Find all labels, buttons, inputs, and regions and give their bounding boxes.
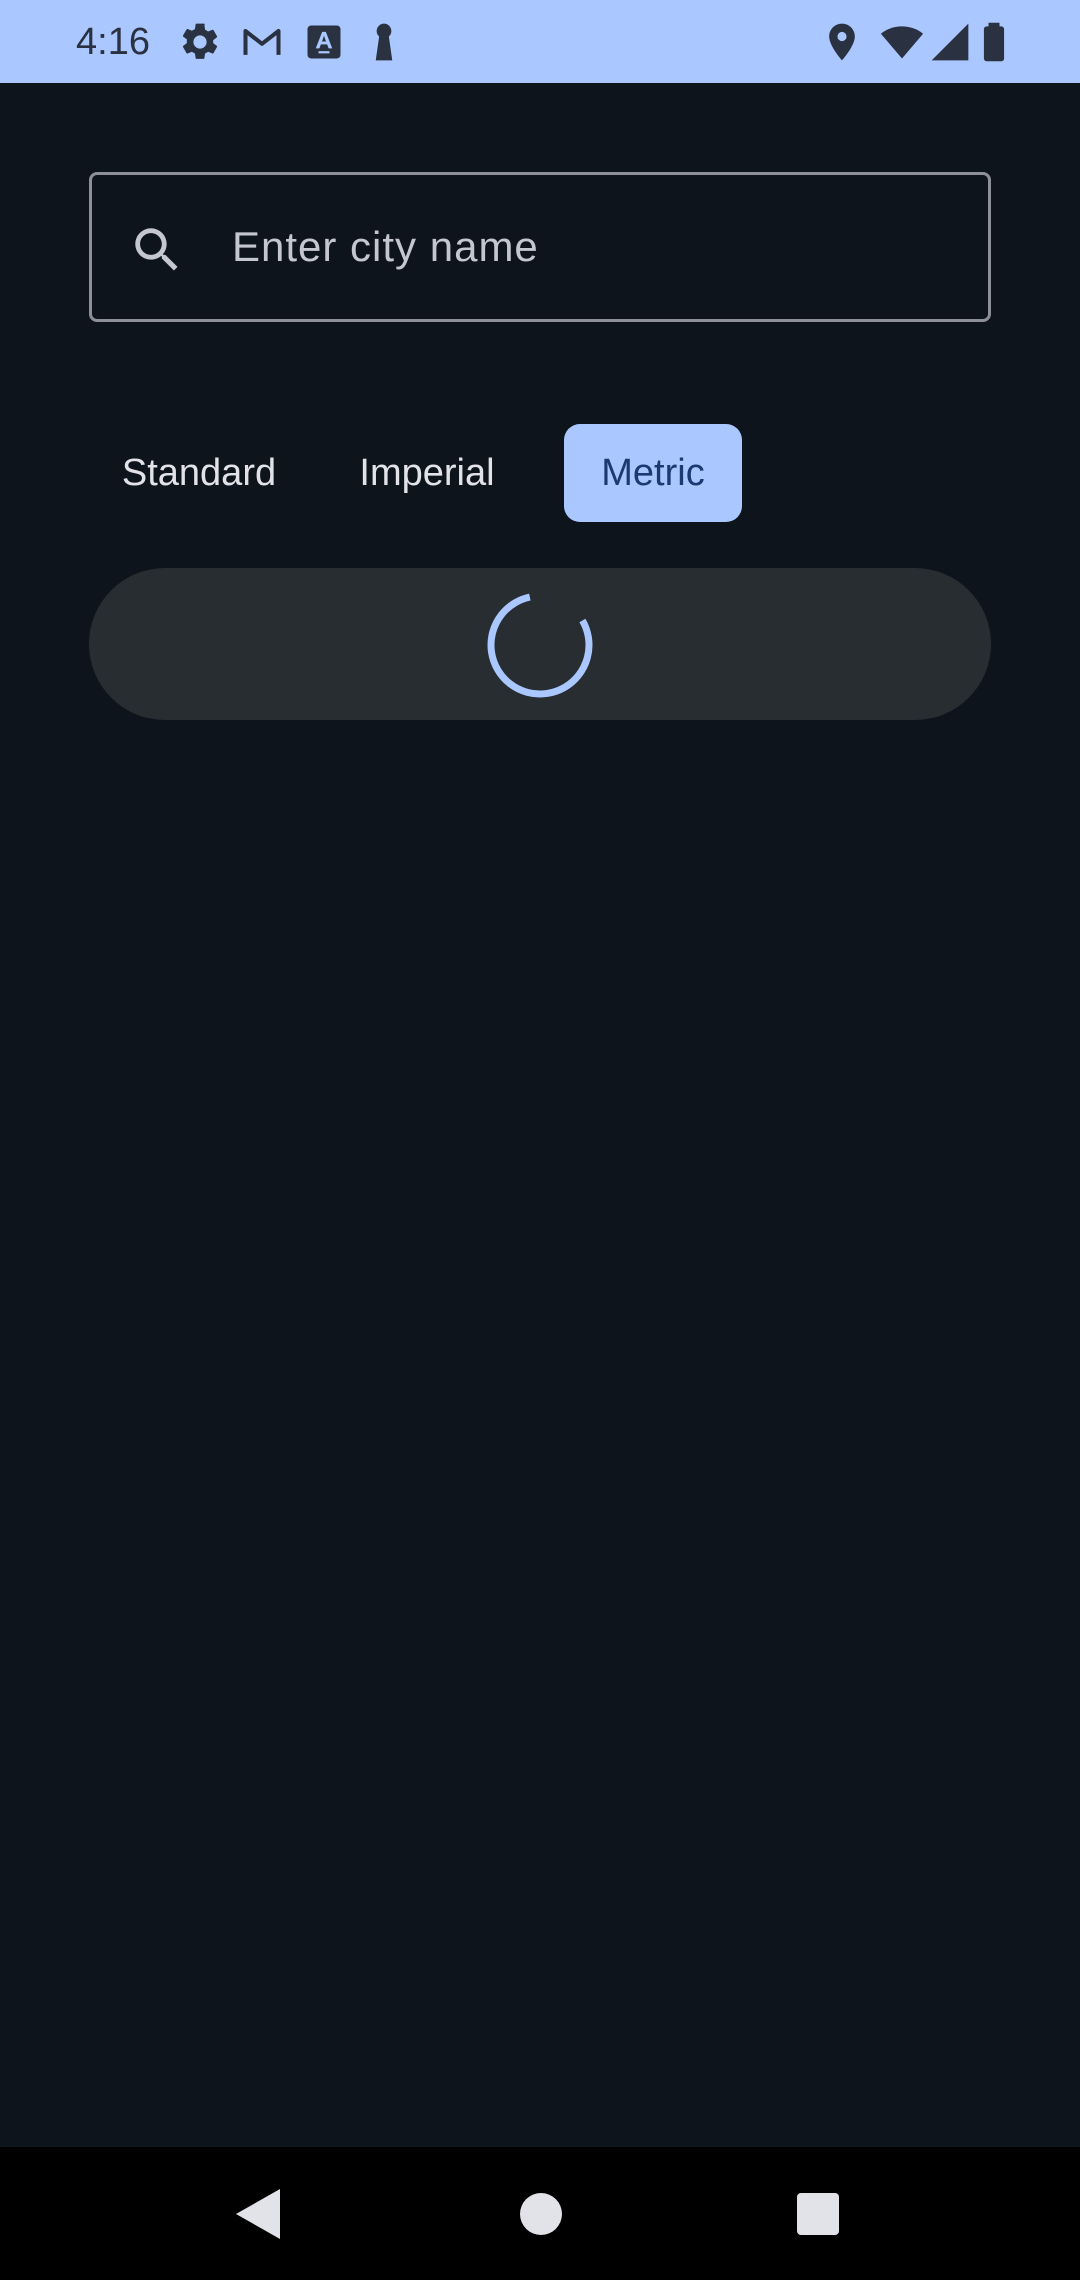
settings-icon [178, 20, 222, 64]
loading-card [89, 568, 991, 720]
system-nav-bar [0, 2147, 1080, 2280]
signal-icon [928, 20, 972, 64]
font-icon [302, 20, 346, 64]
wifi-icon [880, 20, 924, 64]
unit-tab-metric[interactable]: Metric [564, 424, 742, 522]
city-search-input[interactable] [232, 175, 952, 319]
status-time: 4:16 [76, 21, 150, 63]
home-icon[interactable] [506, 2179, 576, 2249]
back-icon[interactable] [224, 2179, 294, 2249]
status-bar: 4:16 [0, 0, 1080, 83]
search-icon [128, 221, 186, 279]
city-search-field[interactable] [89, 172, 991, 322]
gmail-icon [240, 20, 284, 64]
loading-spinner-icon [483, 588, 597, 702]
unit-tab-standard[interactable]: Standard [89, 424, 309, 522]
location-icon [820, 20, 864, 64]
keyhole-icon [362, 20, 406, 64]
battery-icon [972, 20, 1016, 64]
unit-tab-imperial[interactable]: Imperial [327, 424, 527, 522]
recents-icon[interactable] [783, 2179, 853, 2249]
